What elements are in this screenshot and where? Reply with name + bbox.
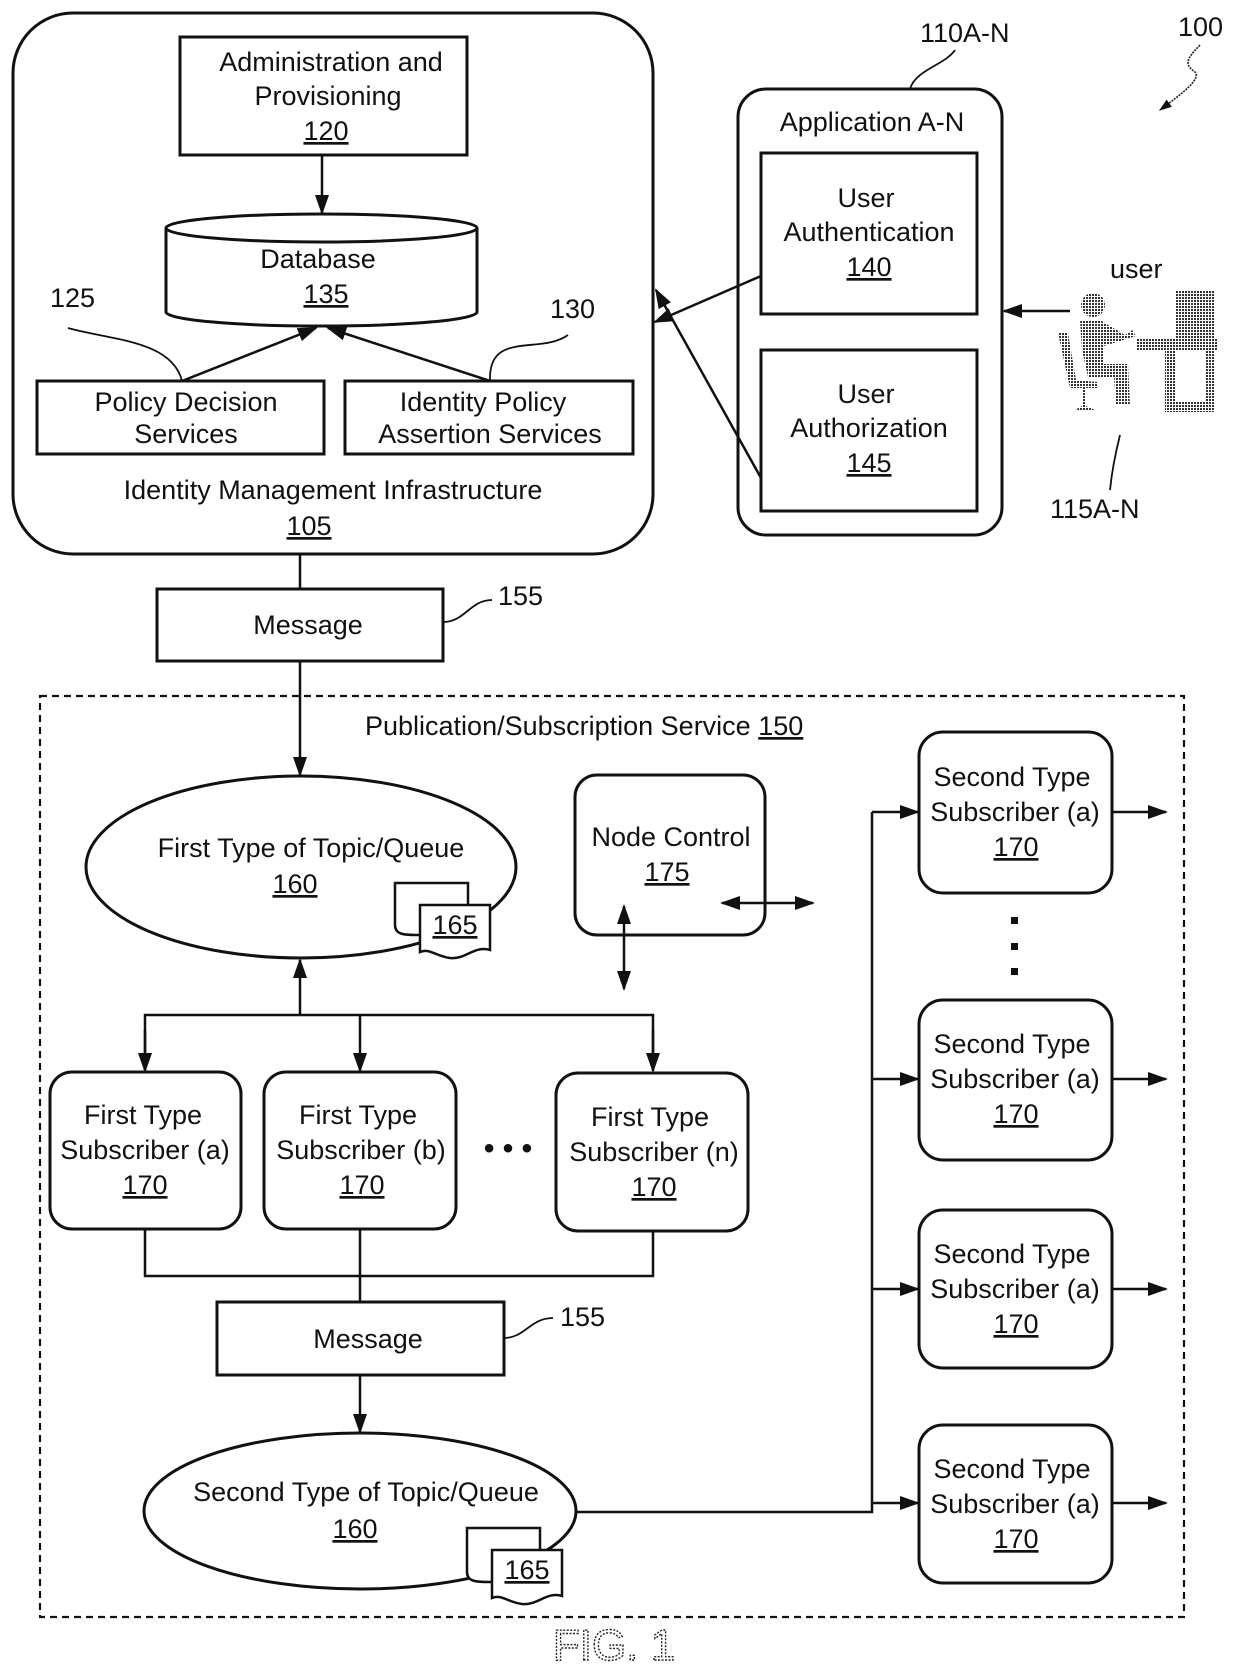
user-authentication-box[interactable]: User Authentication 140 xyxy=(759,151,979,316)
callout-110-leader xyxy=(909,49,956,90)
first-subscriber-n[interactable]: First Type Subscriber (n) 170 xyxy=(554,1071,750,1233)
first-sub-n-ref: 170 xyxy=(631,1172,676,1202)
admin-provisioning-box[interactable]: Administration and Provisioning 120 xyxy=(178,35,469,157)
pds-line2: Services xyxy=(134,419,238,449)
callout-155-top-leader xyxy=(442,599,493,623)
database-cylinder[interactable]: Database 135 xyxy=(164,212,479,328)
message-box-top[interactable]: Message xyxy=(155,587,445,663)
system-ref-100: 100 xyxy=(1178,12,1223,42)
first-subscriber-b[interactable]: First Type Subscriber (b) 170 xyxy=(262,1070,458,1231)
second-sub-4-line2: Subscriber (a) xyxy=(930,1489,1100,1519)
pubsub-title-text: Publication/Subscription Service xyxy=(365,711,751,741)
second-sub-1-ref: 170 xyxy=(993,832,1038,862)
second-subscriber-2[interactable]: Second Type Subscriber (a) 170 xyxy=(917,998,1114,1162)
authz-ref: 145 xyxy=(846,448,891,478)
callout-155-top: 155 xyxy=(498,581,543,611)
first-subscriber-join xyxy=(143,1229,655,1278)
identity-policy-assertion-services-box[interactable]: Identity Policy Assertion Services xyxy=(343,379,635,456)
user-at-computer-icon[interactable] xyxy=(1058,290,1218,412)
second-topic-label: Second Type of Topic/Queue xyxy=(193,1477,539,1507)
second-sub-3-line1: Second Type xyxy=(933,1239,1090,1269)
callout-110: 110A-N xyxy=(920,18,1010,48)
imi-title: Identity Management Infrastructure xyxy=(124,475,543,505)
first-subscribers-ellipsis: • • • xyxy=(484,1132,532,1165)
first-sub-n-line1: First Type xyxy=(591,1102,709,1132)
application-title: Application A-N xyxy=(780,107,965,137)
admin-line2: Provisioning xyxy=(254,81,401,111)
node-control-box[interactable]: Node Control 175 xyxy=(573,773,767,937)
message-top-label: Message xyxy=(253,610,363,640)
callout-125: 125 xyxy=(50,283,95,313)
authz-line1: User xyxy=(837,379,894,409)
user-authorization-box[interactable]: User Authorization 145 xyxy=(759,348,979,513)
ipas-line1: Identity Policy xyxy=(400,387,567,417)
first-topic-queue[interactable]: First Type of Topic/Queue 160 165 xyxy=(84,774,518,960)
second-sub-1-line1: Second Type xyxy=(933,762,1090,792)
auth-line2: Authentication xyxy=(783,217,954,247)
message-inner-label: Message xyxy=(313,1324,423,1354)
figure-label: FIG. 1 xyxy=(553,1621,675,1670)
first-sub-n-line2: Subscriber (n) xyxy=(569,1137,739,1167)
admin-line1: Administration and xyxy=(219,47,443,77)
first-topic-doc-ref: 165 xyxy=(432,910,477,940)
auth-ref: 140 xyxy=(846,252,891,282)
database-ref: 135 xyxy=(303,279,348,309)
auth-line1: User xyxy=(837,183,894,213)
user-label: user xyxy=(1110,254,1163,284)
pds-line1: Policy Decision xyxy=(94,387,277,417)
database-label: Database xyxy=(260,244,376,274)
second-topic-queue[interactable]: Second Type of Topic/Queue 160 165 xyxy=(142,1431,578,1606)
callout-155-inner-leader xyxy=(503,1317,554,1339)
callout-155-inner: 155 xyxy=(560,1302,605,1332)
second-sub-1-line2: Subscriber (a) xyxy=(930,797,1100,827)
system-ref-arrow xyxy=(1158,44,1201,111)
callout-115-leader xyxy=(1109,434,1121,491)
first-sub-a-line1: First Type xyxy=(84,1100,202,1130)
first-sub-b-line1: First Type xyxy=(299,1100,417,1130)
first-sub-a-ref: 170 xyxy=(122,1170,167,1200)
node-control-label: Node Control xyxy=(591,822,750,852)
callout-130: 130 xyxy=(550,294,595,324)
first-sub-b-ref: 170 xyxy=(339,1170,384,1200)
second-sub-2-ref: 170 xyxy=(993,1099,1038,1129)
second-subscriber-4[interactable]: Second Type Subscriber (a) 170 xyxy=(917,1423,1114,1585)
imi-ref: 105 xyxy=(286,511,331,541)
second-sub-3-line2: Subscriber (a) xyxy=(930,1274,1100,1304)
node-control-ref: 175 xyxy=(644,857,689,887)
second-sub-4-line1: Second Type xyxy=(933,1454,1090,1484)
first-topic-ref: 160 xyxy=(272,869,317,899)
first-subscriber-a[interactable]: First Type Subscriber (a) 170 xyxy=(48,1070,243,1231)
first-sub-a-line2: Subscriber (a) xyxy=(60,1135,230,1165)
second-subscriber-3[interactable]: Second Type Subscriber (a) 170 xyxy=(917,1208,1114,1370)
pubsub-identity-diagram: Identity Management Infrastructure 105 A… xyxy=(11,11,1223,1671)
second-topic-doc-ref: 165 xyxy=(504,1555,549,1585)
admin-ref: 120 xyxy=(303,116,348,146)
callout-115: 115A-N xyxy=(1050,494,1140,524)
pubsub-ref: 150 xyxy=(758,711,803,741)
first-subscriber-bus xyxy=(143,1013,655,1070)
pubsub-title: Publication/Subscription Service 150 xyxy=(365,711,803,741)
ipas-line2: Assertion Services xyxy=(378,419,602,449)
first-topic-label: First Type of Topic/Queue xyxy=(158,833,465,863)
second-subscriber-1[interactable]: Second Type Subscriber (a) 170 xyxy=(917,730,1114,895)
second-sub-3-ref: 170 xyxy=(993,1309,1038,1339)
message-box-inner[interactable]: Message xyxy=(215,1300,506,1377)
second-sub-4-ref: 170 xyxy=(993,1524,1038,1554)
second-sub-2-line1: Second Type xyxy=(933,1029,1090,1059)
second-topic-ref: 160 xyxy=(332,1514,377,1544)
authz-line2: Authorization xyxy=(790,413,948,443)
second-subscribers-ellipsis xyxy=(1011,917,1018,975)
second-sub-2-line2: Subscriber (a) xyxy=(930,1064,1100,1094)
policy-decision-services-box[interactable]: Policy Decision Services xyxy=(35,379,326,456)
first-sub-b-line2: Subscriber (b) xyxy=(276,1135,446,1165)
